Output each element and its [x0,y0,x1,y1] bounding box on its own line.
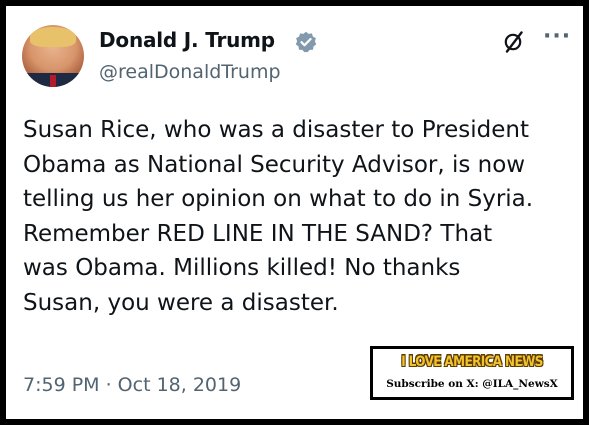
avatar[interactable] [22,25,84,87]
tweet-card: Donald J. Trump @realDonaldTrump ··· Sus… [6,6,583,419]
tweet-line: Remember RED LINE IN THE SAND? That [23,220,493,247]
watermark-subscribe-text: Subscribe on X: @ILA_NewsX [386,378,558,390]
avatar-tie [50,75,56,87]
avatar-hair [30,27,76,47]
watermark-box: I LOVE AMERICA NEWS Subscribe on X: @ILA… [370,346,574,400]
tweet-line: telling us her opinion on what to do in … [23,186,534,212]
tweet-body: Susan Rice, who was a disaster to Presid… [23,113,583,320]
x-grok-icon[interactable] [502,30,526,54]
watermark-title: I LOVE AMERICA NEWS [401,352,543,370]
tweet-line: Susan Rice, who was a disaster to Presid… [23,117,529,143]
author-display-name[interactable]: Donald J. Trump [99,28,275,52]
tweet-line: was Obama. Millions killed! No thanks [23,255,461,281]
more-options-icon[interactable]: ··· [543,26,570,54]
tweet-timestamp[interactable]: 7:59 PM · Oct 18, 2019 [23,374,241,396]
tweet-line: Obama as National Security Advisor, is n… [23,151,526,178]
author-handle[interactable]: @realDonaldTrump [99,61,281,83]
verified-badge-icon [295,31,317,53]
tweet-line: Susan, you were a disaster. [23,289,339,316]
